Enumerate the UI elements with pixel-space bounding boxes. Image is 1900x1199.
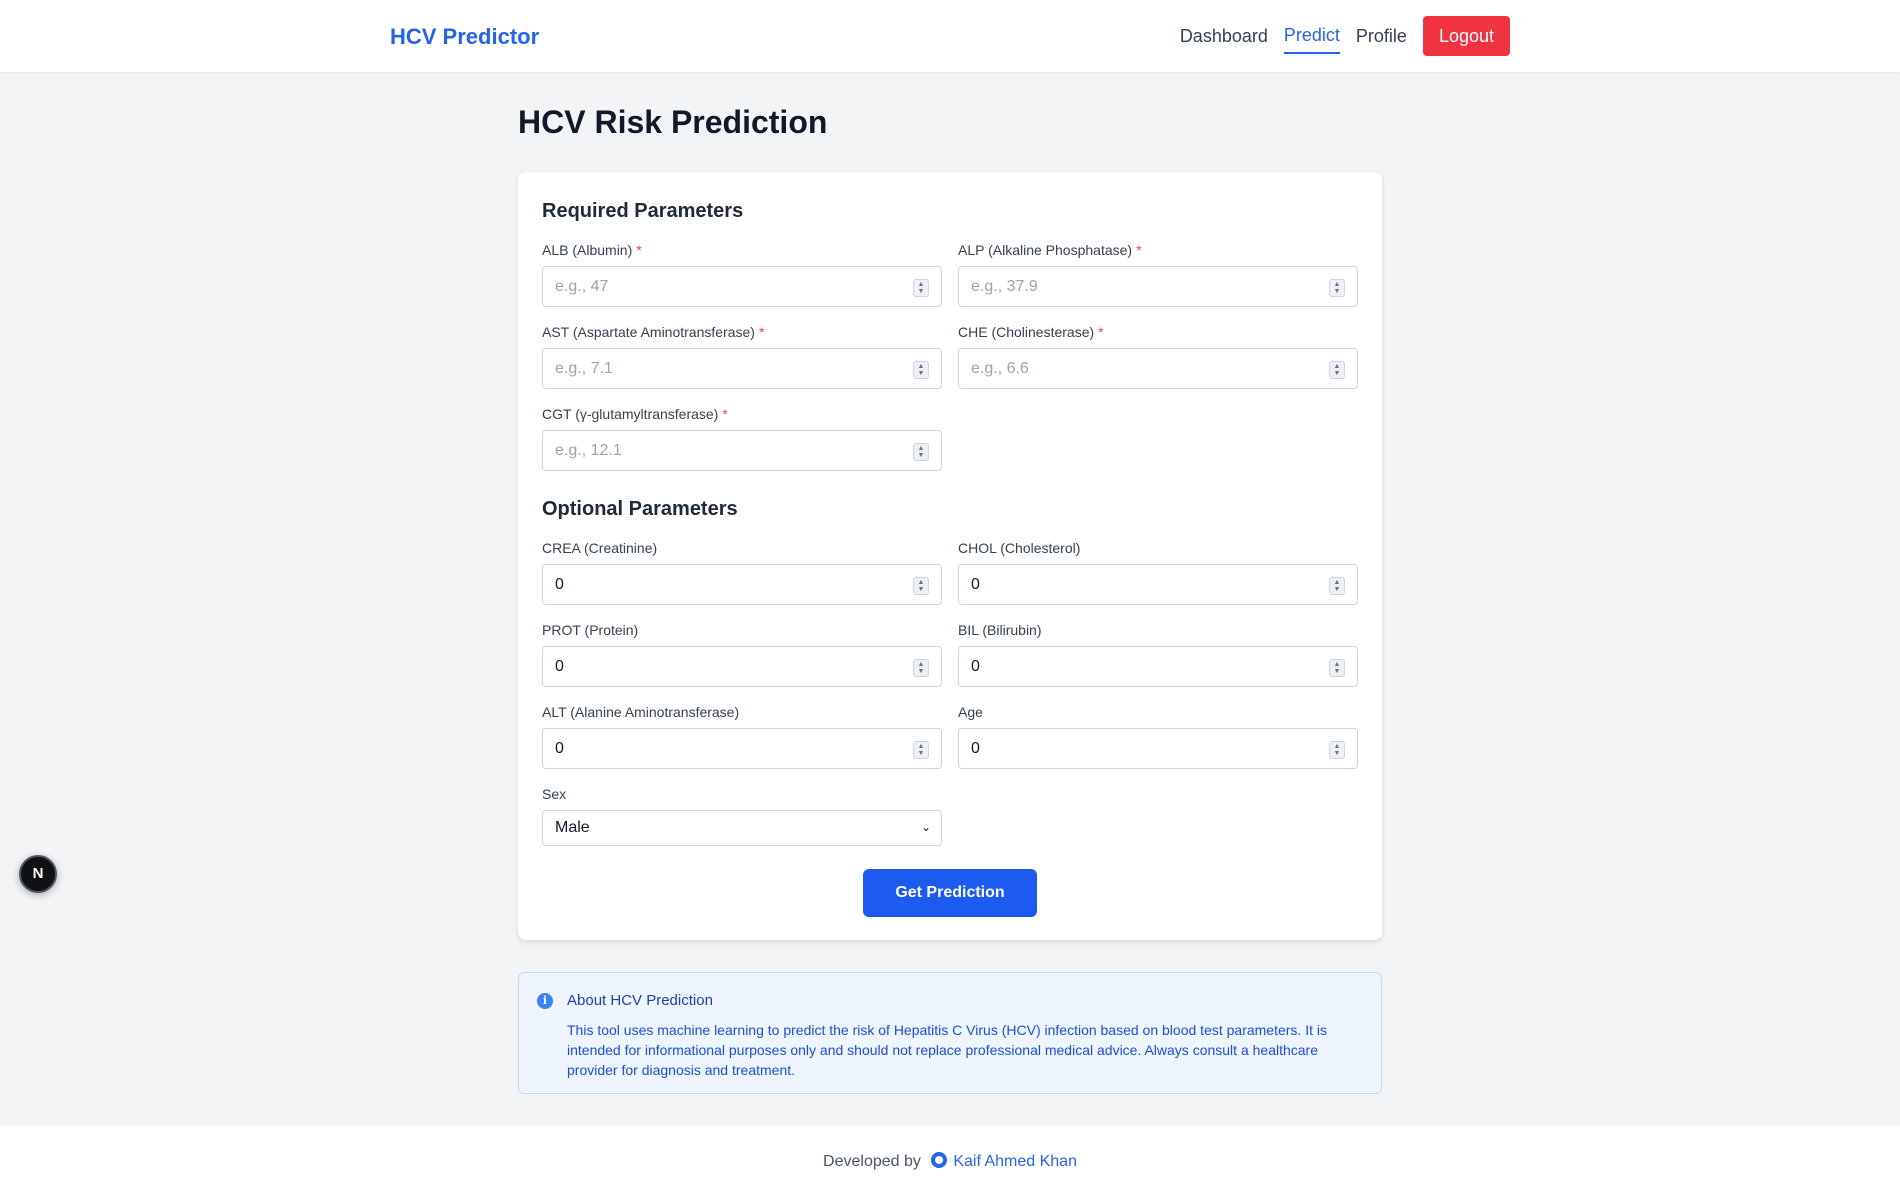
alp-input[interactable] bbox=[959, 267, 1357, 306]
che-label: CHE (Cholinesterase) * bbox=[958, 324, 1104, 340]
crea-input[interactable] bbox=[543, 565, 941, 604]
sex-select[interactable]: Male ⌄ bbox=[542, 810, 942, 846]
nav-profile[interactable]: Profile bbox=[1356, 20, 1407, 53]
ast-input[interactable] bbox=[543, 349, 941, 388]
alp-label: ALP (Alkaline Phosphatase) * bbox=[958, 242, 1142, 258]
chol-label: CHOL (Cholesterol) bbox=[958, 540, 1081, 556]
nav-dashboard[interactable]: Dashboard bbox=[1180, 20, 1268, 53]
age-stepper[interactable]: ▲ ▼ bbox=[1329, 741, 1345, 759]
sex-select-value: Male bbox=[555, 819, 590, 836]
che-input[interactable] bbox=[959, 349, 1357, 388]
chol-input-wrapper: ▲▼ bbox=[958, 564, 1358, 605]
top-navbar: HCV Predictor Dashboard Predict Profile … bbox=[0, 0, 1900, 72]
info-icon: i bbox=[537, 993, 553, 1009]
alb-input-wrapper: ▲▼ bbox=[542, 266, 942, 307]
cgt-field: CGT (γ-glutamyltransferase)* ▲▼ bbox=[542, 406, 942, 471]
alb-label: ALB (Albumin) * bbox=[542, 242, 642, 258]
alp-input-wrapper: ▲▼ bbox=[958, 266, 1358, 307]
ast-stepper[interactable]: ▲ ▼ bbox=[913, 361, 929, 379]
cgt-input[interactable] bbox=[543, 431, 941, 470]
alb-stepper[interactable]: ▲ ▼ bbox=[913, 279, 929, 297]
chol-field: CHOL (Cholesterol) ▲▼ bbox=[958, 540, 1358, 605]
alp-field: ALP (Alkaline Phosphatase)* ▲▼ bbox=[958, 242, 1358, 307]
get-prediction-button[interactable]: Get Prediction bbox=[863, 869, 1037, 917]
footer-credit: Developed by Kaif Ahmed Khan bbox=[0, 1152, 1900, 1171]
required-section-title: Required Parameters bbox=[542, 200, 744, 222]
prot-input-wrapper: ▲▼ bbox=[542, 646, 942, 687]
bil-field: BIL (Bilirubin) ▲▼ bbox=[958, 622, 1358, 687]
age-input-wrapper: ▲▼ bbox=[958, 728, 1358, 769]
bil-input-wrapper: ▲▼ bbox=[958, 646, 1358, 687]
author-link[interactable]: Kaif Ahmed Khan bbox=[953, 1153, 1077, 1170]
prot-input[interactable] bbox=[543, 647, 941, 686]
logout-button[interactable]: Logout bbox=[1422, 16, 1510, 56]
info-title: About HCV Prediction bbox=[567, 992, 713, 1009]
alt-field: ALT (Alanine Aminotransferase) ▲▼ bbox=[542, 704, 942, 769]
ast-field: AST (Aspartate Aminotransferase)* ▲▼ bbox=[542, 324, 942, 389]
nav-predict[interactable]: Predict bbox=[1283, 19, 1340, 54]
footer-prefix: Developed by bbox=[823, 1153, 921, 1170]
sex-field: Sex Male ⌄ bbox=[542, 786, 942, 846]
crea-label: CREA (Creatinine) bbox=[542, 540, 658, 556]
prot-stepper[interactable]: ▲ ▼ bbox=[913, 659, 929, 677]
sex-label: Sex bbox=[542, 786, 567, 802]
info-text: This tool uses machine learning to predi… bbox=[567, 1022, 1327, 1078]
cgt-input-wrapper: ▲▼ bbox=[542, 430, 942, 471]
chevron-down-icon: ⌄ bbox=[920, 820, 931, 834]
alt-input-wrapper: ▲▼ bbox=[542, 728, 942, 769]
alt-label: ALT (Alanine Aminotransferase) bbox=[542, 704, 740, 720]
prediction-form-card: Required Parameters ALB (Albumin)* ▲▼ AL… bbox=[518, 172, 1382, 940]
about-info-box: i About HCV Prediction This tool uses ma… bbox=[518, 972, 1382, 1094]
crea-field: CREA (Creatinine) ▲▼ bbox=[542, 540, 942, 605]
ast-label: AST (Aspartate Aminotransferase) * bbox=[542, 324, 765, 340]
che-stepper[interactable]: ▲ ▼ bbox=[1329, 361, 1345, 379]
bil-label: BIL (Bilirubin) bbox=[958, 622, 1042, 638]
crea-stepper[interactable]: ▲ ▼ bbox=[913, 577, 929, 595]
chol-input[interactable] bbox=[959, 565, 1357, 604]
main-nav: Dashboard Predict Profile Logout bbox=[1180, 16, 1510, 56]
brand-logo[interactable]: HCV Predictor bbox=[390, 24, 539, 50]
che-field: CHE (Cholinesterase)* ▲▼ bbox=[958, 324, 1358, 389]
crea-input-wrapper: ▲▼ bbox=[542, 564, 942, 605]
cgt-stepper[interactable]: ▲ ▼ bbox=[913, 443, 929, 461]
bil-input[interactable] bbox=[959, 647, 1357, 686]
footer: Developed by Kaif Ahmed Khan bbox=[0, 1126, 1900, 1199]
alt-stepper[interactable]: ▲ ▼ bbox=[913, 741, 929, 759]
alp-stepper[interactable]: ▲ ▼ bbox=[1329, 279, 1345, 297]
ast-input-wrapper: ▲▼ bbox=[542, 348, 942, 389]
alb-field: ALB (Albumin)* ▲▼ bbox=[542, 242, 942, 307]
optional-section-title: Optional Parameters bbox=[542, 498, 738, 520]
alt-input[interactable] bbox=[543, 729, 941, 768]
prot-field: PROT (Protein) ▲▼ bbox=[542, 622, 942, 687]
github-icon bbox=[931, 1152, 948, 1168]
cgt-label: CGT (γ-glutamyltransferase) * bbox=[542, 406, 728, 422]
page-title: HCV Risk Prediction bbox=[518, 104, 828, 140]
age-field: Age ▲▼ bbox=[958, 704, 1358, 769]
nextjs-icon[interactable]: N bbox=[19, 855, 57, 893]
chol-stepper[interactable]: ▲ ▼ bbox=[1329, 577, 1345, 595]
alb-input[interactable] bbox=[543, 267, 941, 306]
age-input[interactable] bbox=[959, 729, 1357, 768]
bil-stepper[interactable]: ▲ ▼ bbox=[1329, 659, 1345, 677]
che-input-wrapper: ▲▼ bbox=[958, 348, 1358, 389]
prot-label: PROT (Protein) bbox=[542, 622, 639, 638]
age-label: Age bbox=[958, 704, 983, 720]
